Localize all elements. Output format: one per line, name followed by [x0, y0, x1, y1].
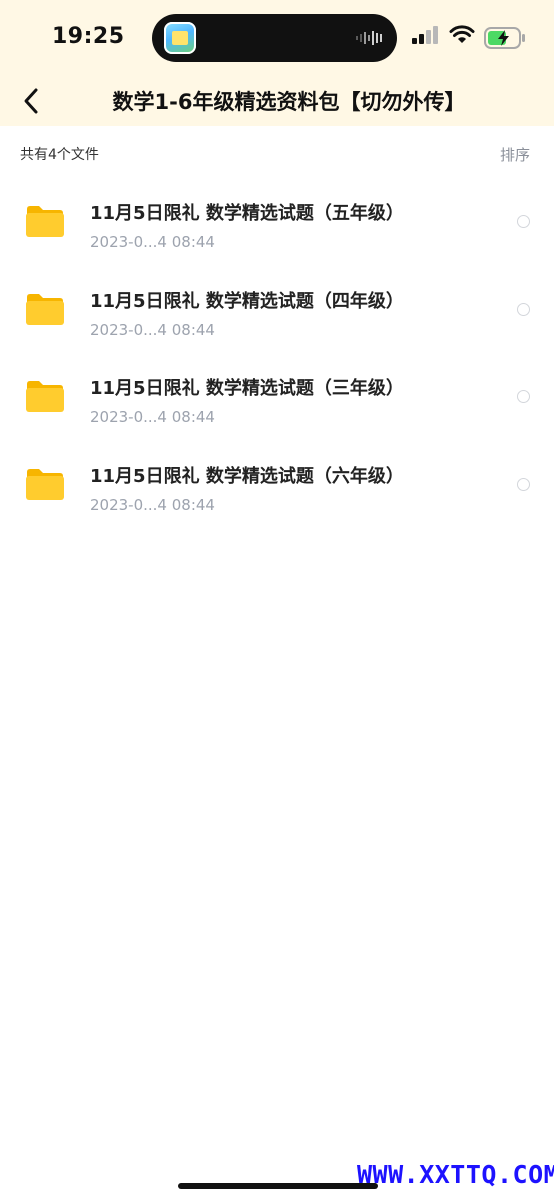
dynamic-island[interactable] — [152, 14, 397, 62]
file-name: 11月5日限礼 数学精选试题（四年级） — [90, 290, 404, 312]
folder-icon — [26, 468, 64, 500]
select-radio[interactable] — [517, 302, 530, 316]
file-count-label: 共有4个文件 — [20, 147, 99, 163]
home-indicator[interactable] — [178, 1183, 378, 1189]
watermark-text: WWW.XXTTQ.COM — [357, 1160, 554, 1189]
status-time: 19:25 — [52, 24, 125, 49]
file-name: 11月5日限礼 数学精选试题（六年级） — [90, 465, 404, 487]
nav-bar: 数学1-6年级精选资料包【切勿外传】 — [0, 78, 554, 126]
select-radio[interactable] — [517, 390, 530, 403]
folder-icon — [26, 293, 64, 325]
file-date: 2023-0...4 08:44 — [90, 495, 215, 514]
file-name: 11月5日限礼 数学精选试题（五年级） — [90, 203, 404, 224]
folder-icon — [26, 381, 64, 412]
select-radio[interactable] — [517, 215, 530, 228]
folder-icon — [26, 206, 64, 237]
sort-button[interactable]: 排序 — [500, 144, 530, 165]
app-icon — [164, 22, 196, 54]
list-item[interactable]: 11月5日限礼 数学精选试题（五年级） 2023-0...4 08:44 — [0, 176, 554, 264]
file-date: 2023-0...4 08:44 — [90, 408, 215, 426]
page-title: 数学1-6年级精选资料包【切勿外传】 — [112, 90, 466, 114]
list-item[interactable]: 11月5日限礼 数学精选试题（六年级） 2023-0...4 08:44 — [0, 439, 554, 527]
battery-charging-icon — [484, 27, 525, 49]
cellular-signal-icon — [412, 26, 438, 44]
status-bar: 19:25 — [0, 0, 554, 78]
audio-wave-icon — [356, 31, 382, 45]
list-item[interactable]: 11月5日限礼 数学精选试题（四年级） 2023-0...4 08:44 — [0, 264, 554, 352]
list-item[interactable]: 11月5日限礼 数学精选试题（三年级） 2023-0...4 08:44 — [0, 351, 554, 439]
select-radio[interactable] — [517, 477, 530, 491]
wifi-icon — [449, 25, 475, 43]
file-list: 11月5日限礼 数学精选试题（五年级） 2023-0...4 08:44 11月… — [0, 176, 554, 526]
file-name: 11月5日限礼 数学精选试题（三年级） — [90, 378, 404, 399]
file-date: 2023-0...4 08:44 — [90, 320, 215, 339]
file-date: 2023-0...4 08:44 — [90, 233, 215, 251]
